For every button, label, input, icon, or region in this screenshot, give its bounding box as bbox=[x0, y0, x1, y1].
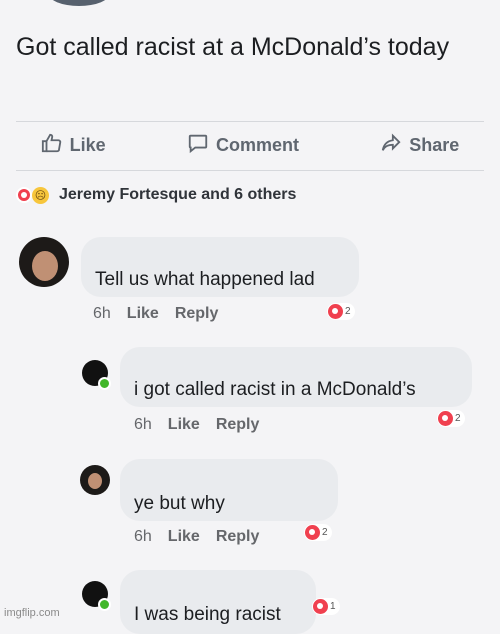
reaction-count: 2 bbox=[322, 527, 328, 538]
comment-time: 6h bbox=[134, 416, 152, 433]
post-actions: Like Comment Share bbox=[0, 128, 500, 162]
avatar-face bbox=[32, 251, 58, 281]
divider bbox=[16, 121, 484, 122]
comment-reply-button[interactable]: Reply bbox=[216, 528, 260, 546]
online-status-dot bbox=[98, 377, 111, 390]
comment-bubble: ye but why bbox=[120, 459, 338, 521]
comment-time: 6h bbox=[93, 305, 111, 322]
post-text: Got called racist at a McDonald’s today bbox=[16, 33, 450, 61]
profile-avatar-fragment bbox=[48, 0, 110, 6]
comment-reply-button[interactable]: Reply bbox=[175, 305, 219, 323]
comment-reaction-badge[interactable]: 2 bbox=[327, 303, 355, 320]
like-label: Like bbox=[69, 134, 106, 155]
online-status-dot bbox=[98, 598, 111, 611]
heart-icon bbox=[313, 599, 328, 614]
comment-bubble: I was being racist bbox=[120, 570, 316, 634]
comment-bubble-icon bbox=[187, 132, 209, 159]
comment-reaction-badge[interactable]: 1 bbox=[312, 598, 340, 615]
avatar[interactable] bbox=[19, 237, 69, 287]
heart-icon bbox=[438, 411, 453, 426]
like-button[interactable]: Like bbox=[41, 132, 106, 159]
heart-icon bbox=[305, 525, 320, 540]
comment-meta: 6h Like Reply bbox=[134, 416, 259, 434]
thumbs-up-icon bbox=[41, 132, 63, 159]
reaction-summary-label: Jeremy Fortesque and 6 others bbox=[59, 186, 297, 203]
comment-bubble: Tell us what happened lad bbox=[81, 237, 359, 297]
comment-reply-button[interactable]: Reply bbox=[216, 416, 260, 434]
comment-meta: 6h Like Reply bbox=[93, 305, 218, 323]
comment-button[interactable]: Comment bbox=[187, 132, 299, 159]
reaction-count: 2 bbox=[455, 413, 461, 424]
sad-reaction-icon: ☹ bbox=[32, 186, 49, 204]
comment-like-button[interactable]: Like bbox=[127, 305, 159, 323]
reaction-summary[interactable]: ☹ Jeremy Fortesque and 6 others bbox=[16, 186, 296, 204]
comment-time: 6h bbox=[134, 528, 152, 545]
watermark: imgflip.com bbox=[4, 607, 60, 619]
comment-bubble: i got called racist in a McDonald’s bbox=[120, 347, 472, 407]
comment-meta: 6h Like Reply bbox=[134, 528, 259, 546]
heart-reaction-icon bbox=[16, 187, 32, 203]
heart-icon bbox=[328, 304, 343, 319]
comment-text: Tell us what happened lad bbox=[95, 269, 315, 290]
comment-text: ye but why bbox=[134, 493, 225, 514]
share-button[interactable]: Share bbox=[380, 132, 459, 159]
comment-text: i got called racist in a McDonald’s bbox=[134, 379, 416, 400]
divider bbox=[16, 170, 484, 171]
share-arrow-icon bbox=[380, 132, 402, 159]
comment-like-button[interactable]: Like bbox=[168, 528, 200, 546]
share-label: Share bbox=[409, 134, 460, 155]
comment-reaction-badge[interactable]: 2 bbox=[304, 524, 332, 541]
comment-label: Comment bbox=[215, 134, 299, 155]
reaction-count: 2 bbox=[345, 306, 351, 317]
comment-reaction-badge[interactable]: 2 bbox=[437, 410, 465, 427]
avatar[interactable] bbox=[80, 465, 110, 495]
comment-like-button[interactable]: Like bbox=[168, 416, 200, 434]
avatar-face bbox=[88, 473, 102, 489]
reaction-count: 1 bbox=[330, 601, 336, 612]
